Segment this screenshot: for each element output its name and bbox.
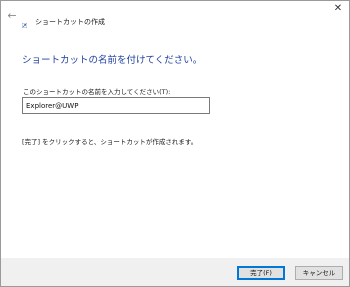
window-title: ショートカットの作成 bbox=[35, 18, 105, 26]
create-shortcut-dialog: ← ショートカットの作成 ✕ ショートカットの名前を付けてください。 このショー… bbox=[0, 0, 350, 287]
finish-hint-text: [完了] をクリックすると、ショートカットが作成されます。 bbox=[22, 138, 198, 146]
dialog-footer: 完了(F) キャンセル bbox=[1, 258, 349, 286]
page-heading: ショートカットの名前を付けてください。 bbox=[22, 55, 203, 66]
shortcut-icon bbox=[22, 23, 27, 28]
back-arrow-icon[interactable]: ← bbox=[5, 9, 19, 23]
shortcut-name-label: このショートカットの名前を入力してください(T): bbox=[23, 88, 171, 96]
close-icon[interactable]: ✕ bbox=[331, 2, 345, 16]
cancel-button[interactable]: キャンセル bbox=[295, 266, 343, 280]
title-bar: ← ショートカットの作成 ✕ bbox=[1, 1, 349, 37]
finish-button[interactable]: 完了(F) bbox=[237, 266, 285, 280]
shortcut-name-input[interactable] bbox=[22, 97, 210, 114]
